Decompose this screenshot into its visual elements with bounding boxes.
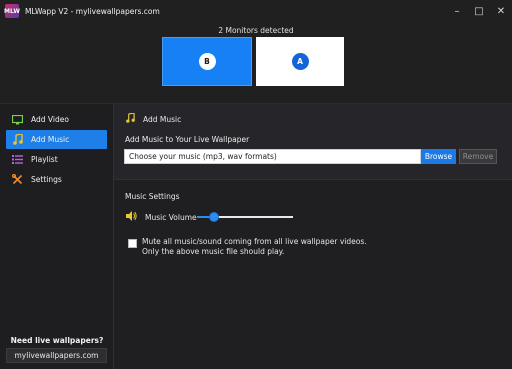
mute-videos-checkbox[interactable] bbox=[128, 239, 137, 248]
mute-text-line2: Only the above music file should play. bbox=[142, 247, 285, 256]
mute-description: Mute all music/sound coming from all liv… bbox=[142, 237, 402, 257]
music-note-icon bbox=[12, 134, 23, 145]
monitor-selector: 2 Monitors detected B A bbox=[0, 22, 512, 104]
browse-button[interactable]: Browse bbox=[421, 149, 456, 164]
app-logo-text: MLW bbox=[4, 7, 20, 15]
sidebar-item-add-music[interactable]: Add Music bbox=[6, 130, 107, 149]
music-settings-panel: Music Settings Music Volume Mute all mus… bbox=[114, 179, 512, 369]
list-icon bbox=[12, 154, 23, 165]
music-settings-heading: Music Settings bbox=[125, 192, 180, 201]
website-link-button[interactable]: mylivewallpapers.com bbox=[6, 348, 107, 363]
sidebar-item-label: Playlist bbox=[31, 155, 58, 164]
monitor-icon bbox=[12, 114, 23, 125]
add-music-heading: Add Music to Your Live Wallpaper bbox=[125, 135, 250, 144]
monitor-a-badge: A bbox=[291, 53, 309, 70]
close-icon: ✕ bbox=[496, 5, 506, 17]
app-logo: MLW bbox=[4, 4, 20, 18]
music-volume-label: Music Volume bbox=[145, 212, 197, 222]
sidebar-item-label: Add Video bbox=[31, 115, 69, 124]
section-title-label: Add Music bbox=[143, 114, 182, 124]
sidebar-item-settings[interactable]: Settings bbox=[6, 170, 107, 189]
title-bar: MLW MLWapp V2 - mylivewallpapers.com – □… bbox=[0, 0, 512, 22]
music-note-icon bbox=[126, 112, 135, 125]
sidebar-item-playlist[interactable]: Playlist bbox=[6, 150, 107, 169]
maximize-icon: □ bbox=[474, 5, 484, 17]
minimize-button[interactable]: – bbox=[446, 0, 468, 22]
volume-slider[interactable] bbox=[197, 212, 293, 222]
music-file-input[interactable] bbox=[124, 149, 421, 164]
close-button[interactable]: ✕ bbox=[490, 0, 512, 22]
sidebar-item-label: Add Music bbox=[31, 135, 70, 144]
monitor-b-tile[interactable]: B bbox=[162, 37, 252, 86]
volume-slider-thumb[interactable] bbox=[209, 212, 220, 222]
need-wallpapers-label: Need live wallpapers? bbox=[10, 336, 104, 345]
wrench-icon bbox=[12, 174, 23, 185]
speaker-icon bbox=[126, 211, 137, 223]
add-music-panel: Add Music Add Music to Your Live Wallpap… bbox=[114, 104, 512, 179]
monitor-b-badge: B bbox=[198, 53, 216, 70]
sidebar-item-add-video[interactable]: Add Video bbox=[6, 110, 107, 129]
maximize-button[interactable]: □ bbox=[468, 0, 490, 22]
monitor-a-tile[interactable]: A bbox=[256, 37, 344, 86]
window-controls: – □ ✕ bbox=[446, 0, 512, 22]
mute-text-line1: Mute all music/sound coming from all liv… bbox=[142, 237, 367, 246]
monitors-detected-label: 2 Monitors detected bbox=[218, 26, 294, 35]
sidebar: Add Video Add Music Playlist Settings Ne… bbox=[0, 104, 114, 369]
window-title: MLWapp V2 - mylivewallpapers.com bbox=[25, 6, 160, 16]
sidebar-item-label: Settings bbox=[31, 175, 62, 184]
minimize-icon: – bbox=[454, 5, 460, 17]
remove-button[interactable]: Remove bbox=[459, 149, 497, 164]
section-title: Add Music bbox=[126, 112, 182, 125]
volume-row: Music Volume bbox=[126, 211, 197, 223]
